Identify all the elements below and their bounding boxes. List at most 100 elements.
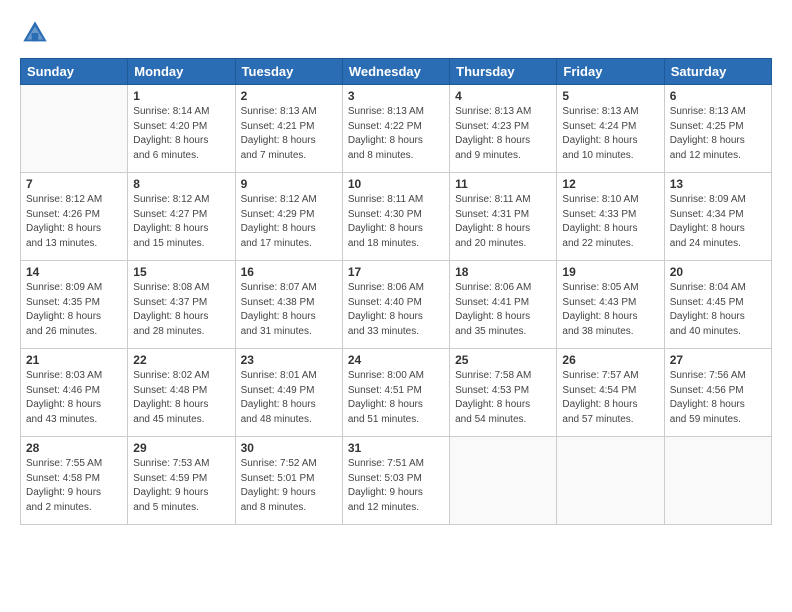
calendar-cell: 8 Sunrise: 8:12 AM Sunset: 4:27 PM Daylig… [128, 173, 235, 261]
weekday-header-monday: Monday [128, 59, 235, 85]
calendar-cell: 26 Sunrise: 7:57 AM Sunset: 4:54 PM Dayli… [557, 349, 664, 437]
week-row-4: 21Sunrise: 8:03 AM Sunset: 4:46 PM Dayli… [21, 349, 772, 437]
page: SundayMondayTuesdayWednesdayThursdayFrid… [0, 0, 792, 612]
cell-day-number: 30 [241, 441, 337, 455]
week-row-1: 1 Sunrise: 8:14 AM Sunset: 4:20 PM Daylig… [21, 85, 772, 173]
calendar-cell: 1 Sunrise: 8:14 AM Sunset: 4:20 PM Daylig… [128, 85, 235, 173]
calendar-cell: 12 Sunrise: 8:10 AM Sunset: 4:33 PM Dayli… [557, 173, 664, 261]
cell-day-number: 7 [26, 177, 122, 191]
cell-info: Sunrise: 7:57 AM Sunset: 4:54 PM Dayligh… [562, 369, 658, 427]
calendar-cell: 7 Sunrise: 8:12 AM Sunset: 4:26 PM Daylig… [21, 173, 128, 261]
cell-info: Sunrise: 7:52 AM Sunset: 5:01 PM Dayligh… [241, 457, 337, 515]
calendar-cell: 27 Sunrise: 7:56 AM Sunset: 4:56 PM Dayli… [664, 349, 771, 437]
cell-info: Sunrise: 8:07 AM Sunset: 4:38 PM Dayligh… [241, 281, 337, 339]
calendar-cell: 14Sunrise: 8:09 AM Sunset: 4:35 PM Dayli… [21, 261, 128, 349]
calendar-cell: 9Sunrise: 8:12 AM Sunset: 4:29 PM Daylig… [235, 173, 342, 261]
cell-info: Sunrise: 8:11 AM Sunset: 4:30 PM Dayligh… [348, 193, 444, 251]
cell-info: Sunrise: 8:00 AM Sunset: 4:51 PM Dayligh… [348, 369, 444, 427]
calendar-cell: 29Sunrise: 7:53 AM Sunset: 4:59 PM Dayli… [128, 437, 235, 525]
cell-info: Sunrise: 8:09 AM Sunset: 4:35 PM Dayligh… [26, 281, 122, 339]
cell-day-number: 25 [455, 353, 551, 367]
cell-info: Sunrise: 7:56 AM Sunset: 4:56 PM Dayligh… [670, 369, 766, 427]
cell-info: Sunrise: 8:02 AM Sunset: 4:48 PM Dayligh… [133, 369, 229, 427]
cell-day-number: 12 [562, 177, 658, 191]
cell-day-number: 15 [133, 265, 229, 279]
calendar-cell: 4Sunrise: 8:13 AM Sunset: 4:23 PM Daylig… [450, 85, 557, 173]
calendar-cell: 2 Sunrise: 8:13 AM Sunset: 4:21 PM Daylig… [235, 85, 342, 173]
weekday-header-tuesday: Tuesday [235, 59, 342, 85]
cell-day-number: 3 [348, 89, 444, 103]
cell-day-number: 26 [562, 353, 658, 367]
calendar-cell [21, 85, 128, 173]
cell-day-number: 31 [348, 441, 444, 455]
cell-day-number: 2 [241, 89, 337, 103]
weekday-header-wednesday: Wednesday [342, 59, 449, 85]
week-row-5: 28 Sunrise: 7:55 AM Sunset: 4:58 PM Dayli… [21, 437, 772, 525]
calendar-cell: 11 Sunrise: 8:11 AM Sunset: 4:31 PM Dayli… [450, 173, 557, 261]
calendar-cell: 28 Sunrise: 7:55 AM Sunset: 4:58 PM Dayli… [21, 437, 128, 525]
calendar-cell: 13 Sunrise: 8:09 AM Sunset: 4:34 PM Dayli… [664, 173, 771, 261]
calendar-cell: 21Sunrise: 8:03 AM Sunset: 4:46 PM Dayli… [21, 349, 128, 437]
cell-day-number: 8 [133, 177, 229, 191]
calendar-cell: 17 Sunrise: 8:06 AM Sunset: 4:40 PM Dayli… [342, 261, 449, 349]
cell-info: Sunrise: 8:06 AM Sunset: 4:41 PM Dayligh… [455, 281, 551, 339]
cell-info: Sunrise: 8:13 AM Sunset: 4:21 PM Dayligh… [241, 105, 337, 163]
weekday-header-saturday: Saturday [664, 59, 771, 85]
cell-info: Sunrise: 8:12 AM Sunset: 4:27 PM Dayligh… [133, 193, 229, 251]
calendar-cell: 31 Sunrise: 7:51 AM Sunset: 5:03 PM Dayli… [342, 437, 449, 525]
cell-info: Sunrise: 8:11 AM Sunset: 4:31 PM Dayligh… [455, 193, 551, 251]
cell-day-number: 17 [348, 265, 444, 279]
calendar-cell: 3 Sunrise: 8:13 AM Sunset: 4:22 PM Daylig… [342, 85, 449, 173]
calendar-cell: 10Sunrise: 8:11 AM Sunset: 4:30 PM Dayli… [342, 173, 449, 261]
calendar-cell: 30 Sunrise: 7:52 AM Sunset: 5:01 PM Dayli… [235, 437, 342, 525]
cell-day-number: 11 [455, 177, 551, 191]
logo [20, 18, 54, 48]
cell-day-number: 9 [241, 177, 337, 191]
cell-info: Sunrise: 8:08 AM Sunset: 4:37 PM Dayligh… [133, 281, 229, 339]
cell-info: Sunrise: 7:55 AM Sunset: 4:58 PM Dayligh… [26, 457, 122, 515]
logo-icon [20, 18, 50, 48]
week-row-2: 7 Sunrise: 8:12 AM Sunset: 4:26 PM Daylig… [21, 173, 772, 261]
header [20, 18, 772, 48]
weekday-header-thursday: Thursday [450, 59, 557, 85]
cell-day-number: 29 [133, 441, 229, 455]
cell-info: Sunrise: 8:09 AM Sunset: 4:34 PM Dayligh… [670, 193, 766, 251]
cell-info: Sunrise: 7:58 AM Sunset: 4:53 PM Dayligh… [455, 369, 551, 427]
cell-info: Sunrise: 8:05 AM Sunset: 4:43 PM Dayligh… [562, 281, 658, 339]
cell-info: Sunrise: 8:13 AM Sunset: 4:24 PM Dayligh… [562, 105, 658, 163]
calendar-cell: 19 Sunrise: 8:05 AM Sunset: 4:43 PM Dayli… [557, 261, 664, 349]
cell-day-number: 13 [670, 177, 766, 191]
cell-day-number: 19 [562, 265, 658, 279]
cell-day-number: 27 [670, 353, 766, 367]
calendar-cell [664, 437, 771, 525]
calendar-cell: 24 Sunrise: 8:00 AM Sunset: 4:51 PM Dayli… [342, 349, 449, 437]
calendar-cell: 23 Sunrise: 8:01 AM Sunset: 4:49 PM Dayli… [235, 349, 342, 437]
calendar-table: SundayMondayTuesdayWednesdayThursdayFrid… [20, 58, 772, 525]
cell-day-number: 18 [455, 265, 551, 279]
cell-info: Sunrise: 8:13 AM Sunset: 4:25 PM Dayligh… [670, 105, 766, 163]
week-row-3: 14Sunrise: 8:09 AM Sunset: 4:35 PM Dayli… [21, 261, 772, 349]
weekday-header-friday: Friday [557, 59, 664, 85]
cell-info: Sunrise: 8:14 AM Sunset: 4:20 PM Dayligh… [133, 105, 229, 163]
cell-day-number: 1 [133, 89, 229, 103]
cell-info: Sunrise: 8:12 AM Sunset: 4:26 PM Dayligh… [26, 193, 122, 251]
cell-info: Sunrise: 7:51 AM Sunset: 5:03 PM Dayligh… [348, 457, 444, 515]
calendar-cell: 16 Sunrise: 8:07 AM Sunset: 4:38 PM Dayli… [235, 261, 342, 349]
cell-info: Sunrise: 8:06 AM Sunset: 4:40 PM Dayligh… [348, 281, 444, 339]
calendar-cell: 15 Sunrise: 8:08 AM Sunset: 4:37 PM Dayli… [128, 261, 235, 349]
calendar-cell: 18 Sunrise: 8:06 AM Sunset: 4:41 PM Dayli… [450, 261, 557, 349]
cell-day-number: 5 [562, 89, 658, 103]
cell-day-number: 24 [348, 353, 444, 367]
calendar-cell [450, 437, 557, 525]
cell-info: Sunrise: 8:10 AM Sunset: 4:33 PM Dayligh… [562, 193, 658, 251]
weekday-header-row: SundayMondayTuesdayWednesdayThursdayFrid… [21, 59, 772, 85]
cell-day-number: 23 [241, 353, 337, 367]
cell-info: Sunrise: 8:13 AM Sunset: 4:22 PM Dayligh… [348, 105, 444, 163]
cell-day-number: 21 [26, 353, 122, 367]
cell-day-number: 28 [26, 441, 122, 455]
cell-day-number: 16 [241, 265, 337, 279]
calendar-cell: 6Sunrise: 8:13 AM Sunset: 4:25 PM Daylig… [664, 85, 771, 173]
calendar-cell: 5 Sunrise: 8:13 AM Sunset: 4:24 PM Daylig… [557, 85, 664, 173]
cell-info: Sunrise: 8:04 AM Sunset: 4:45 PM Dayligh… [670, 281, 766, 339]
cell-info: Sunrise: 8:01 AM Sunset: 4:49 PM Dayligh… [241, 369, 337, 427]
